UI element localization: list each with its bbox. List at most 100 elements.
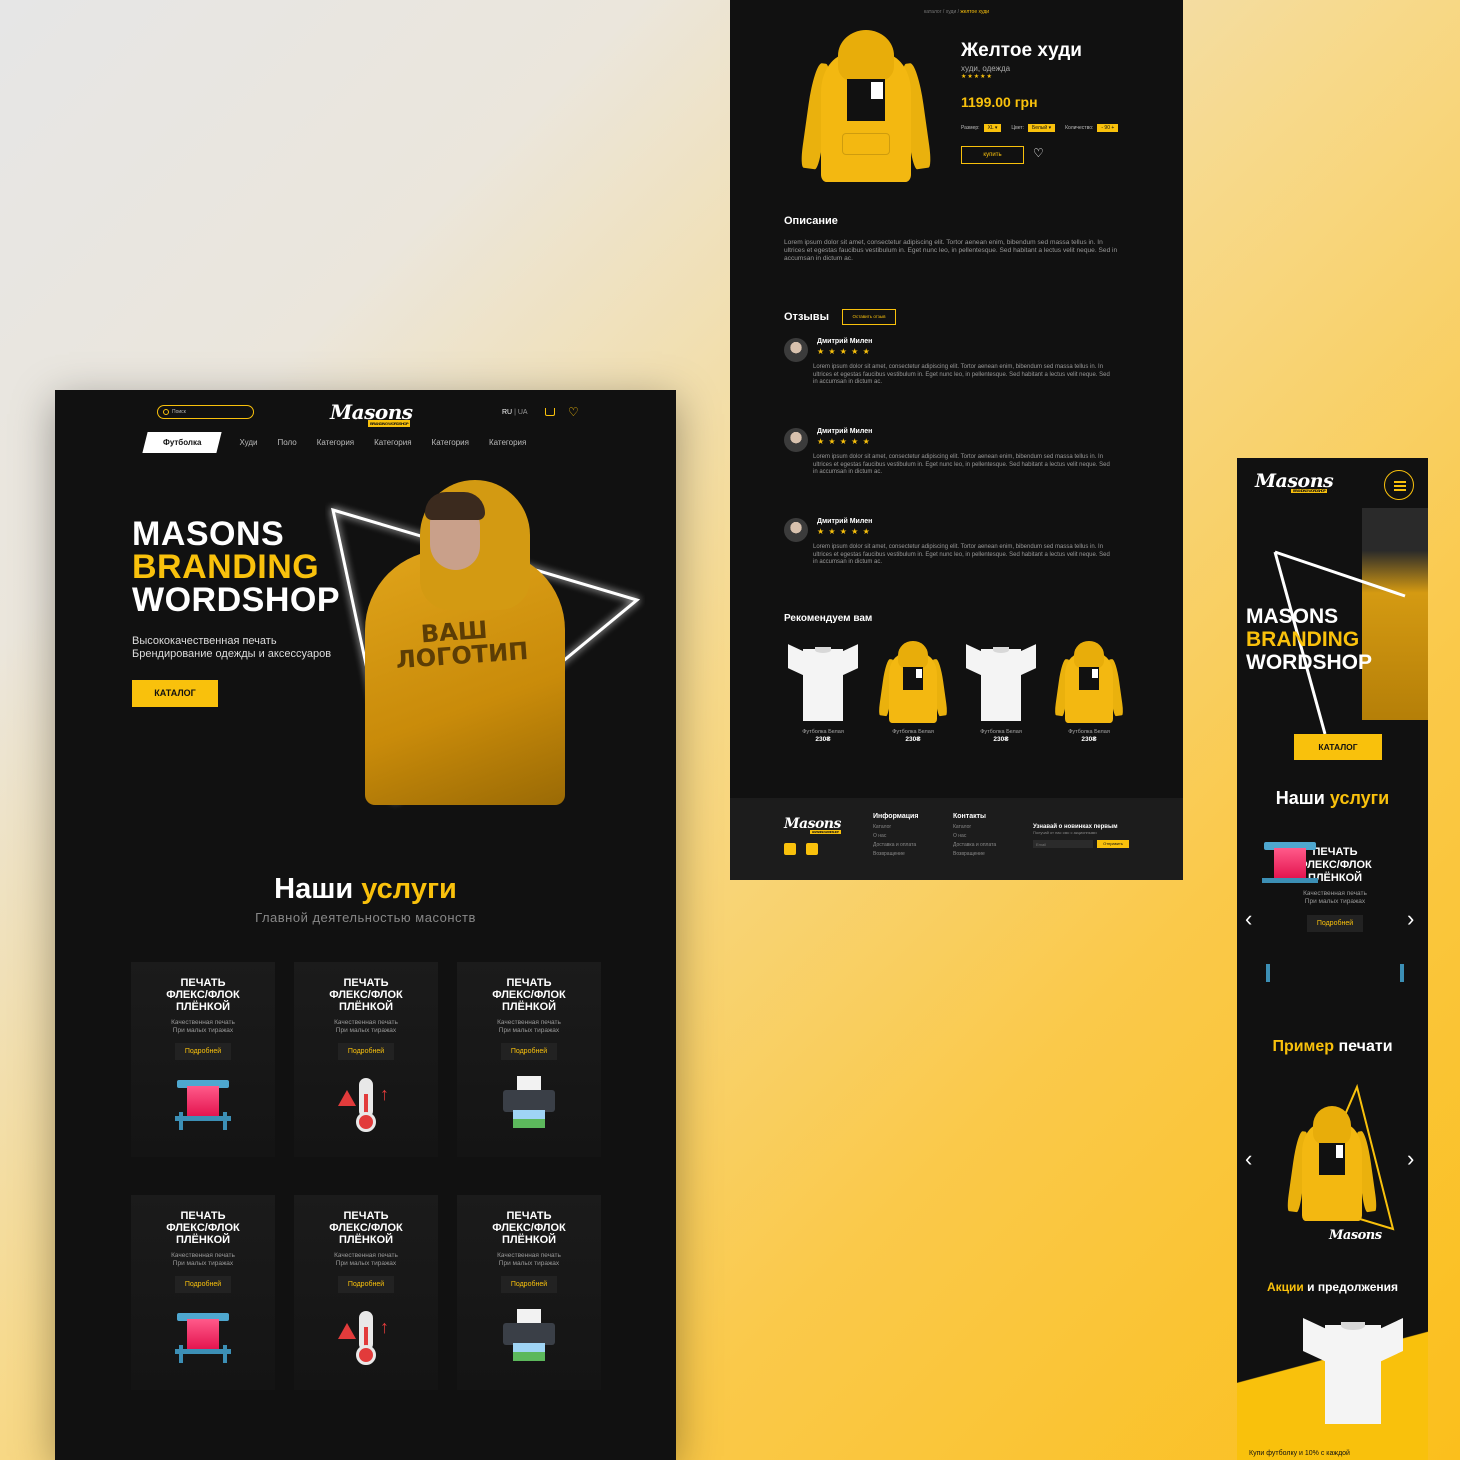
white-tshirt-image <box>966 641 1036 721</box>
promo-tshirt-image <box>1303 1314 1403 1424</box>
footer-link[interactable]: Доставка и оплата <box>873 841 918 850</box>
menu-icon[interactable] <box>1384 470 1414 500</box>
language-switch[interactable]: RU | UA <box>502 409 528 416</box>
recommended-product-card[interactable]: Футболка Белая 230₴ <box>784 641 862 751</box>
card-desc-line: При малых тиражах <box>335 1260 397 1267</box>
footer-link[interactable]: О нас <box>873 832 918 841</box>
quantity-stepper[interactable]: - 90 + <box>1097 124 1119 132</box>
product-title: Желтое худи <box>961 40 1082 61</box>
service-card: ПЕЧАТЬ ФЛЕКС/ФЛОК ПЛЁНКОЙ Качественная печа… <box>457 1195 601 1390</box>
recommended-product-name: Футболка Белая <box>980 729 1022 735</box>
size-select[interactable]: XL ▾ <box>983 124 1002 132</box>
avatar <box>784 338 808 362</box>
search-input[interactable]: Поиск <box>157 405 254 419</box>
hoodie-print-text: ВАШ ЛОГОТИП <box>393 616 529 674</box>
more-button[interactable]: Подробней <box>500 1276 558 1293</box>
telegram-icon[interactable] <box>784 843 796 855</box>
nav-item-polo[interactable]: Поло <box>278 438 297 447</box>
chevron-right-icon[interactable]: › <box>1407 908 1414 930</box>
nav-item-category[interactable]: Категория <box>317 438 354 447</box>
leave-review-button[interactable]: Оставить отзыв <box>842 309 896 325</box>
footer-info-column: Информация Каталог О нас Доставка и опла… <box>873 812 918 859</box>
cart-icon[interactable] <box>545 408 555 416</box>
newsletter-subtext: Получай от нас смс с акционными <box>1033 830 1097 835</box>
product-price: 1199.00 грн <box>961 94 1038 110</box>
recommended-product-name: Футболка Белая <box>892 729 934 735</box>
card-desc-line: Качественная печать <box>1303 890 1367 897</box>
card-desc-line: Качественная печать <box>497 1252 561 1259</box>
card-title-line: ПЕЧАТЬ <box>180 977 226 989</box>
instagram-icon[interactable] <box>806 843 818 855</box>
email-field[interactable]: Email <box>1033 840 1093 848</box>
more-button[interactable]: Подробней <box>174 1276 232 1293</box>
product-options: Размер: XL ▾ Цвет: Белый ▾ Количество: -… <box>961 124 1128 132</box>
chevron-left-icon[interactable]: ‹ <box>1245 908 1252 930</box>
review-text: Lorem ipsum dolor sit amet, consectetur … <box>813 364 1110 385</box>
avatar <box>784 428 808 452</box>
nav-item-category[interactable]: Категория <box>432 438 469 447</box>
recommended-product-price: 230₴ <box>815 736 831 743</box>
promo-title-yellow: Акции <box>1266 1280 1304 1294</box>
recommended-product-card[interactable]: Футболка Белая 230₴ <box>874 641 952 751</box>
mobile-logo-subtitle: BRANDING WORDSHOP <box>1291 489 1328 493</box>
hero-subtitle-line: Высококачественная печать <box>132 635 277 647</box>
chevron-left-icon[interactable]: ‹ <box>1245 1148 1252 1170</box>
card-title-line: ПЕЧАТЬ <box>506 977 552 989</box>
service-card-title: ПЕЧАТЬ ФЛЕКС/ФЛОК ПЛЁНКОЙ <box>457 1210 601 1246</box>
brand-logo[interactable]: Masons BRANDING WORDSHOP <box>330 400 413 427</box>
footer-logo[interactable]: Masons BRANDING WORDSHOP <box>784 816 841 834</box>
more-button[interactable]: Подробней <box>337 1043 395 1060</box>
product-image-hoodie <box>799 30 933 182</box>
more-button[interactable]: Подробней <box>500 1043 558 1060</box>
footer-link[interactable]: Каталог <box>873 823 918 832</box>
nav-item-tshirt[interactable]: Футболка <box>142 432 223 453</box>
service-card-desc: Качественная печать При малых тиражах <box>131 1252 275 1268</box>
more-button[interactable]: Подробней <box>1306 915 1364 932</box>
footer-logo-subtitle: BRANDING WORDSHOP <box>810 830 841 834</box>
lang-ru[interactable]: RU <box>502 409 512 416</box>
hero-subtitle-line: Брендирование одежды и аксессуаров <box>132 648 332 660</box>
chevron-right-icon[interactable]: › <box>1407 1148 1414 1170</box>
mobile-home-page: Masons BRANDING WORDSHOP MASONS BRANDING… <box>1237 458 1428 1460</box>
desktop-home-page: Поиск Masons BRANDING WORDSHOP RU | UA ♡… <box>55 390 676 1460</box>
color-select[interactable]: Белый ▾ <box>1028 124 1056 132</box>
footer-link[interactable]: Возвращение <box>953 850 996 859</box>
recommendations-heading: Рекомендуем вам <box>784 613 873 624</box>
lang-ua[interactable]: UA <box>518 409 528 416</box>
nav-item-hoodie[interactable]: Худи <box>239 438 257 447</box>
footer-link[interactable]: Возвращение <box>873 850 918 859</box>
plotter-icon <box>173 1074 233 1134</box>
more-button[interactable]: Подробней <box>337 1276 395 1293</box>
catalog-button[interactable]: КАТАЛОГ <box>132 680 218 707</box>
footer-link[interactable]: О нас <box>953 832 996 841</box>
more-button[interactable]: Подробней <box>174 1043 232 1060</box>
product-category: худи, одежда <box>961 64 1011 73</box>
wishlist-heart-icon[interactable]: ♡ <box>1033 147 1044 159</box>
reviewer-name: Дмитрий Милен <box>817 518 873 525</box>
nav-item-label: Футболка <box>163 438 202 447</box>
card-title-line: ФЛЕКС/ФЛОК <box>492 1222 566 1234</box>
nav-item-category[interactable]: Категория <box>374 438 411 447</box>
recommended-product-card[interactable]: Футболка Белая 230₴ <box>1050 641 1128 751</box>
buy-button[interactable]: купить <box>961 146 1024 164</box>
card-title-line: ФЛЕКС/ФЛОК <box>166 989 240 1001</box>
card-desc-line: При малых тиражах <box>498 1260 560 1267</box>
recommended-product-card[interactable]: Футболка Белая 230₴ <box>962 641 1040 751</box>
nav-item-category[interactable]: Категория <box>489 438 526 447</box>
footer-link[interactable]: Каталог <box>953 823 996 832</box>
review-rating: ★ ★ ★ ★ ★ <box>817 437 871 446</box>
footer-link[interactable]: Доставка и оплата <box>953 841 996 850</box>
heart-icon[interactable]: ♡ <box>568 406 579 418</box>
breadcrumb-catalog[interactable]: каталог <box>924 9 942 15</box>
card-title-line: ПЛЁНКОЙ <box>175 1001 231 1013</box>
mobile-logo[interactable]: Masons BRANDING WORDSHOP <box>1255 470 1334 493</box>
breadcrumb-hoodie[interactable]: худи <box>946 9 957 15</box>
service-card: ПЕЧАТЬ ФЛЕКС/ФЛОК ПЛЁНКОЙ Качественная печа… <box>294 1195 438 1390</box>
card-desc-line: При малых тиражах <box>172 1260 234 1267</box>
example-hoodie-image <box>1286 1106 1378 1221</box>
card-title-line: ПЕЧАТЬ <box>343 977 389 989</box>
mobile-catalog-button[interactable]: КАТАЛОГ <box>1294 734 1382 760</box>
newsletter: Узнавай о новинках первым Получай от нас… <box>1033 824 1129 848</box>
reviewer-name: Дмитрий Милен <box>817 428 873 435</box>
newsletter-send-button[interactable]: Отправить <box>1097 840 1129 848</box>
